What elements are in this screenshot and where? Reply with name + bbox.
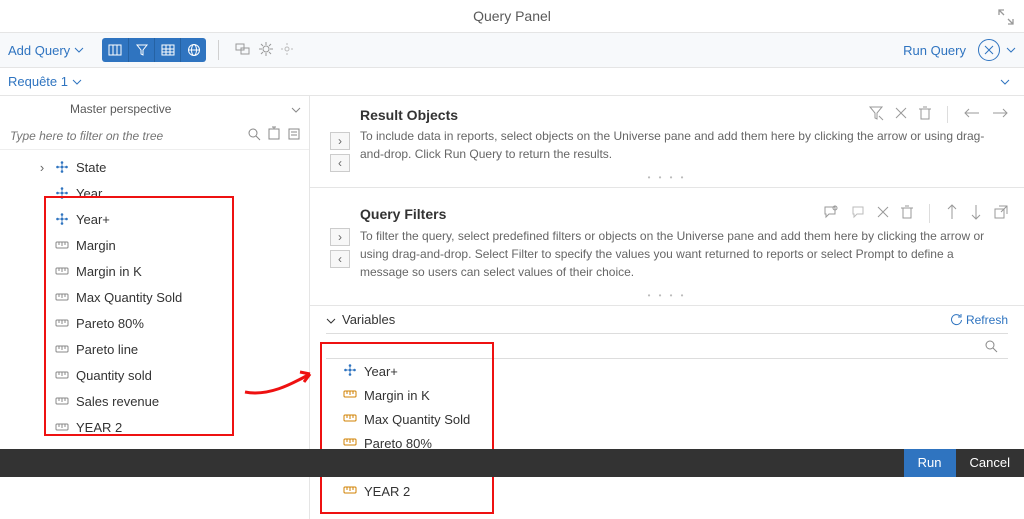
perspective-selector[interactable]: Master perspective (0, 96, 309, 122)
run-button[interactable]: Run (904, 449, 956, 477)
gear-small-icon[interactable] (281, 43, 293, 58)
close-icon[interactable] (895, 107, 907, 122)
tree-filter-row (0, 122, 309, 150)
tree-item-label: State (76, 160, 106, 175)
search-icon (984, 339, 998, 353)
resize-handle[interactable]: • • • • (310, 291, 1024, 299)
arrow-down-icon[interactable] (970, 204, 982, 223)
chevron-down-icon (72, 79, 82, 85)
refresh-label: Refresh (966, 313, 1008, 327)
close-icon[interactable] (877, 206, 889, 221)
remove-object-button[interactable]: ‹ (330, 154, 350, 172)
filter-button[interactable] (128, 38, 154, 62)
query-tab-1[interactable]: Requête 1 (8, 74, 82, 89)
expand-icon[interactable]: › (36, 160, 48, 175)
combine-queries-icon[interactable] (235, 42, 251, 59)
title-bar: Query Panel (0, 0, 1024, 32)
tree-item-state[interactable]: › State (0, 154, 309, 180)
query-filters-section: › ‹ Query Filters To filter the query, s… (310, 188, 1024, 306)
toolbar-separator (218, 40, 219, 60)
annotation-box-left (44, 196, 234, 436)
add-query-button[interactable]: Add Query (8, 43, 84, 58)
add-query-label: Add Query (8, 43, 70, 58)
trash-icon[interactable] (901, 205, 913, 222)
refresh-button[interactable]: Refresh (950, 313, 1008, 327)
filter-single-icon[interactable] (851, 205, 865, 222)
trash-icon[interactable] (919, 106, 931, 123)
perspective-label: Master perspective (70, 102, 171, 116)
panel-layout-button[interactable] (102, 38, 128, 62)
expand-icon[interactable] (996, 4, 1016, 24)
remove-filter-button[interactable]: ‹ (330, 250, 350, 268)
resize-handle[interactable]: • • • • (310, 173, 1024, 181)
result-objects-desc: To include data in reports, select objec… (310, 127, 1024, 173)
close-circle-button[interactable] (978, 39, 1000, 61)
variables-title: Variables (342, 312, 395, 327)
footer-bar (0, 449, 1024, 477)
arrow-left-icon[interactable] (964, 107, 980, 122)
cancel-button[interactable]: Cancel (956, 449, 1024, 477)
chevron-down-icon (74, 47, 84, 53)
add-to-results-icon[interactable] (267, 127, 281, 144)
search-icon[interactable] (247, 127, 261, 144)
result-objects-section: › ‹ Result Objects To include data in re… (310, 96, 1024, 188)
arrow-right-icon[interactable] (992, 107, 1008, 122)
annotation-box-right (320, 342, 494, 514)
settings-button[interactable] (259, 42, 273, 59)
query-filters-desc: To filter the query, select predefined f… (310, 227, 1024, 291)
add-object-button[interactable]: › (330, 132, 350, 150)
globe-button[interactable] (180, 38, 206, 62)
run-query-button[interactable]: Run Query (903, 43, 966, 58)
dimension-icon (56, 161, 68, 173)
query-tabs-bar: Requête 1 (0, 68, 1024, 96)
prompt-icon[interactable] (823, 205, 839, 222)
collapse-chevron-icon[interactable] (1000, 79, 1010, 85)
collapse-chevron-icon[interactable] (326, 312, 336, 327)
chevron-down-icon[interactable] (1006, 47, 1016, 53)
view-mode-buttons (102, 38, 206, 62)
tree-filter-input[interactable] (8, 128, 241, 144)
refresh-icon (950, 314, 962, 326)
result-nav-arrows: › ‹ (330, 132, 350, 172)
result-objects-title: Result Objects (360, 107, 869, 123)
query-tab-label: Requête 1 (8, 74, 68, 89)
filter-icon[interactable] (869, 106, 883, 123)
table-button[interactable] (154, 38, 180, 62)
query-filters-title: Query Filters (360, 206, 823, 222)
main-toolbar: Add Query Run Query (0, 32, 1024, 68)
new-window-icon[interactable] (994, 205, 1008, 222)
arrow-up-icon[interactable] (946, 204, 958, 223)
filter-nav-arrows: › ‹ (330, 228, 350, 268)
panel-title: Query Panel (473, 8, 551, 24)
add-to-filters-icon[interactable] (287, 127, 301, 144)
add-filter-button[interactable]: › (330, 228, 350, 246)
chevron-down-icon (291, 102, 301, 116)
run-query-label: Run Query (903, 43, 966, 58)
